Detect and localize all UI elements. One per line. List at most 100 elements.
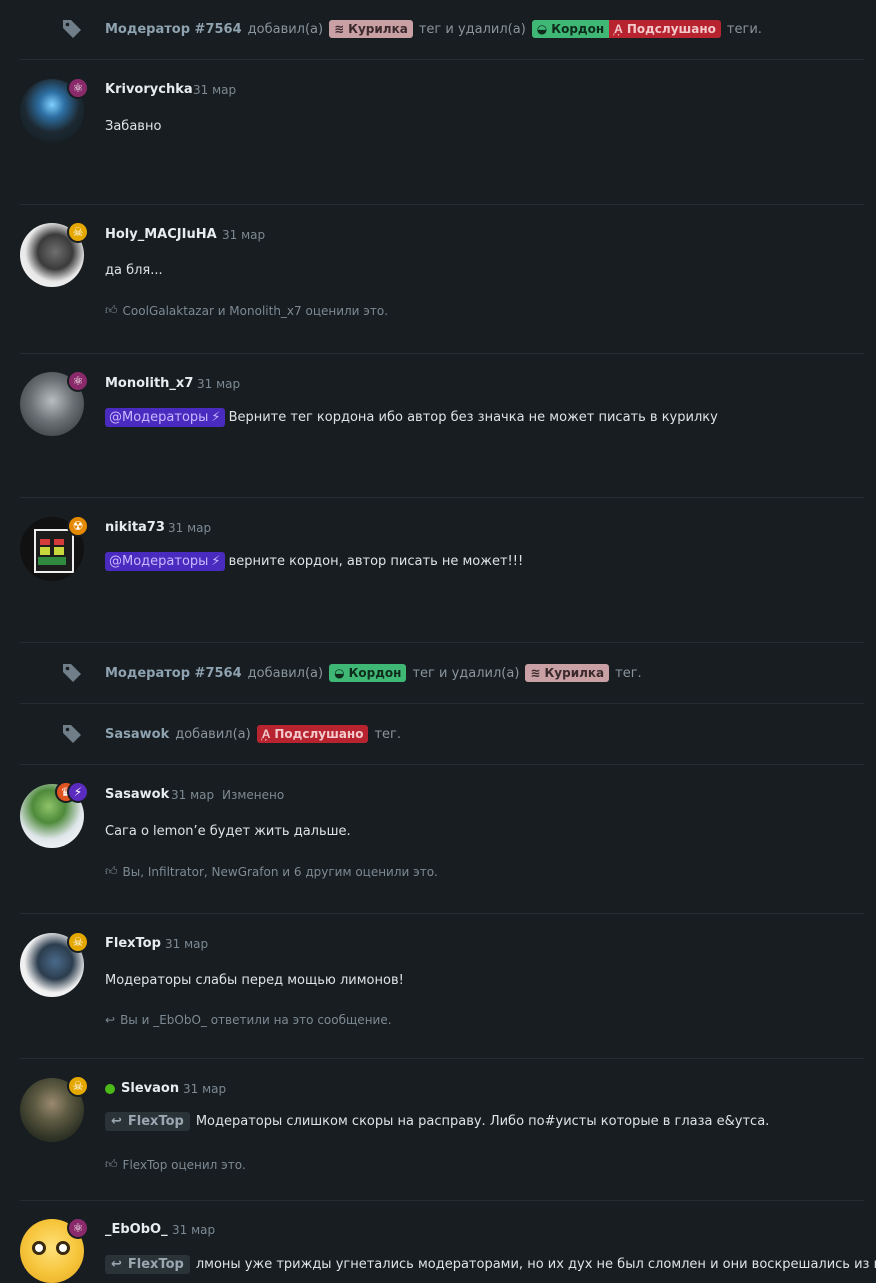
tag-kurilka[interactable]: ≋ Курилка — [525, 664, 610, 682]
turtle-icon: ◒ — [334, 666, 345, 680]
event-action-text: тег и удалил(а) — [412, 665, 520, 681]
post-date[interactable]: 31 мар — [222, 228, 265, 242]
replies-summary[interactable]: ↩ Вы и _EbObO_ ответили на это сообщение… — [105, 1013, 392, 1027]
tag-label: Кордон — [551, 22, 605, 36]
post-text-row: ↩ FlexTop Модераторы слишком скоры на расп… — [105, 1112, 769, 1131]
replies-text: Вы и _EbObO_ ответили на это сообщение. — [120, 1013, 392, 1027]
divider — [20, 497, 864, 498]
author-link[interactable]: nikita73 — [105, 520, 165, 535]
post-text-row: @Модераторы ⚡︎ Верните тег кордона ибо авт… — [105, 408, 718, 427]
atom-badge-icon: ⚛ — [67, 77, 89, 99]
radiation-badge-icon: ☢ — [67, 515, 89, 537]
author-link[interactable]: Monolith_x7 — [105, 376, 193, 391]
smoke-icon: ≋ — [334, 22, 345, 36]
author-link[interactable]: _EbObO_ — [105, 1222, 168, 1237]
tag-kordon[interactable]: ◒ Кордон — [531, 20, 610, 38]
likes-summary[interactable]: 👍︎ Вы, Infiltrator, NewGrafon и 6 другим… — [105, 864, 438, 879]
tag-label: Курилка — [544, 666, 605, 680]
divider — [20, 913, 864, 914]
event-action-text: тег и удалил(а) — [418, 21, 526, 37]
post-date[interactable]: 31 мар — [197, 377, 240, 391]
post-text: Сага о lemon’e будет жить дальше. — [105, 824, 351, 839]
tag-label: Подслушано — [626, 22, 716, 36]
likes-text: CoolGalaktazar и Monolith_x7 оценили это… — [122, 303, 389, 318]
author-name: Slevaon — [121, 1081, 180, 1096]
antenna-icon: ᷊A᷊ — [261, 727, 271, 741]
likes-text: FlexTop оценил это. — [122, 1157, 246, 1172]
tag-label: Курилка — [348, 22, 408, 36]
tag-kordon[interactable]: ◒ Кордон — [329, 664, 407, 682]
tag-label: Подслушано — [274, 727, 364, 741]
tag-podslushano[interactable]: ᷊A᷊ Подслушано — [609, 20, 721, 38]
divider — [20, 59, 864, 60]
post-text: верните кордон, автор писать не может!!! — [228, 554, 524, 569]
likes-summary[interactable]: 👍︎ CoolGalaktazar и Monolith_x7 оценили … — [105, 303, 388, 318]
reply-to-name: FlexTop — [127, 1257, 184, 1272]
author-link[interactable]: Holy_MACJIuHA — [105, 227, 217, 242]
divider — [20, 703, 864, 704]
lightning-badge-icon: ⚡︎ — [67, 781, 89, 803]
event-action-text: добавил(а) — [247, 21, 324, 37]
event-action-text: тег. — [615, 665, 642, 681]
author-link[interactable]: Krivorychka — [105, 82, 193, 97]
tag-podslushano[interactable]: ᷊A᷊ Подслушано — [256, 725, 369, 743]
author-link[interactable]: FlexTop — [105, 936, 161, 951]
event-action-text: добавил(а) — [175, 726, 251, 742]
event-action-text: тег. — [374, 726, 402, 742]
event-user-link[interactable]: Модератор #7564 — [105, 666, 242, 681]
author-link[interactable]: Slevaon — [105, 1081, 179, 1096]
post-date[interactable]: 31 мар — [193, 83, 236, 97]
divider — [20, 204, 864, 205]
post-date[interactable]: 31 мар — [168, 521, 211, 535]
post-text: лмоны уже трижды угнетались модераторами… — [195, 1257, 876, 1272]
post-text-row: ↩ FlexTop лмоны уже трижды угнетались моде… — [105, 1255, 876, 1274]
smoke-icon: ≋ — [530, 666, 541, 680]
divider — [20, 1058, 864, 1059]
post-text: Модераторы слишком скоры на расправу. Ли… — [195, 1114, 770, 1129]
mention-label: @Модераторы — [109, 410, 209, 425]
tag-icon — [63, 20, 81, 38]
thumbs-up-icon: 👍︎ — [105, 303, 118, 317]
post-text: да бля... — [105, 263, 163, 278]
likes-text: Вы, Infiltrator, NewGrafon и 6 другим оц… — [122, 864, 438, 879]
post-text: Модераторы слабы перед мощью лимонов! — [105, 973, 404, 988]
post-text: Верните тег кордона ибо автор без значка… — [228, 410, 718, 425]
author-link[interactable]: Sasawok — [105, 787, 169, 802]
reply-to-name: FlexTop — [127, 1114, 184, 1129]
skull-badge-icon: ☠ — [67, 1075, 89, 1097]
atom-badge-icon: ⚛ — [67, 1217, 89, 1239]
tag-icon — [63, 664, 81, 682]
event-user-link[interactable]: Sasawok — [105, 727, 169, 742]
event-action-text: добавил(а) — [247, 665, 324, 681]
skull-badge-icon: ☠ — [67, 221, 89, 243]
mention-moderators[interactable]: @Модераторы ⚡︎ — [105, 552, 225, 571]
likes-summary[interactable]: 👍︎ FlexTop оценил это. — [105, 1157, 246, 1172]
mention-moderators[interactable]: @Модераторы ⚡︎ — [105, 408, 225, 427]
post-date[interactable]: 31 мар — [171, 788, 214, 802]
reply-icon: ↩ — [111, 1257, 122, 1272]
tag-kurilka[interactable]: ≋ Курилка — [329, 20, 413, 38]
lightning-icon: ⚡︎ — [211, 410, 221, 425]
atom-badge-icon: ⚛ — [67, 370, 89, 392]
post-date[interactable]: 31 мар — [183, 1082, 226, 1096]
skull-badge-icon: ☠ — [67, 931, 89, 953]
divider — [20, 642, 864, 643]
antenna-icon: ᷊A᷊ — [614, 22, 623, 36]
edited-label[interactable]: Изменено — [222, 788, 284, 802]
post-date[interactable]: 31 мар — [172, 1223, 215, 1237]
online-status-dot — [105, 1083, 115, 1094]
post-text-row: @Модераторы ⚡︎ верните кордон, автор писат… — [105, 552, 523, 571]
tag-change-event: Sasawok добавил(а) ᷊A᷊ Подслушано тег. — [0, 724, 876, 744]
reply-to-chip[interactable]: ↩ FlexTop — [105, 1112, 190, 1131]
lightning-icon: ⚡︎ — [211, 554, 221, 569]
divider — [20, 764, 864, 765]
reply-to-chip[interactable]: ↩ FlexTop — [105, 1255, 190, 1274]
reply-icon: ↩ — [105, 1013, 116, 1027]
post-text: Забавно — [105, 119, 162, 134]
thumbs-up-icon: 👍︎ — [105, 1157, 118, 1171]
event-user-link[interactable]: Модератор #7564 — [105, 22, 242, 37]
divider — [20, 1200, 864, 1201]
tag-icon — [63, 725, 81, 743]
tag-change-event: Модератор #7564 добавил(а) ◒ Кордон тег и… — [0, 663, 876, 683]
post-date[interactable]: 31 мар — [165, 937, 208, 951]
